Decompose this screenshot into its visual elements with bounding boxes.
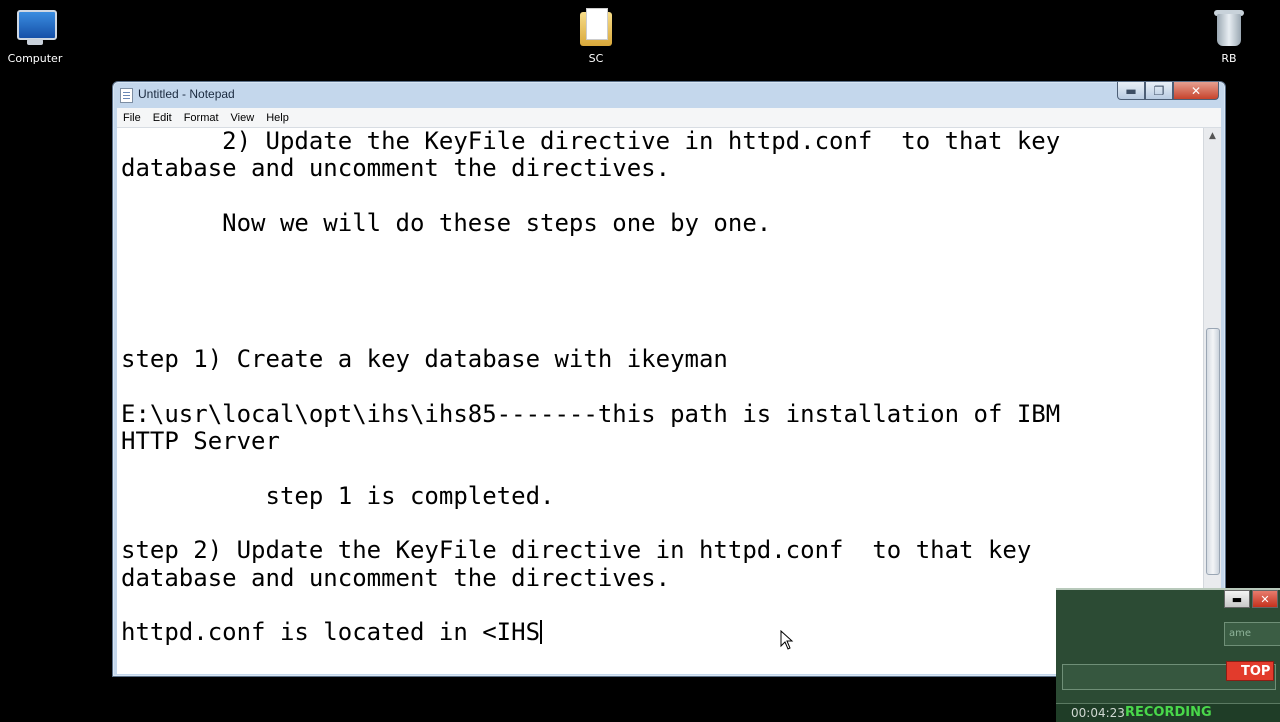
maximize-button[interactable]: ❐: [1145, 82, 1173, 100]
menu-help[interactable]: Help: [260, 112, 295, 124]
desktop-icon-computer[interactable]: Computer: [0, 8, 75, 65]
editor-line: E:\usr\local\opt\ihs\ihs85-------this pa…: [121, 399, 1061, 428]
stop-button[interactable]: TOP: [1226, 661, 1274, 681]
minimize-icon: ▬: [1231, 592, 1243, 606]
scrollbar-thumb[interactable]: [1206, 328, 1220, 575]
close-icon: ✕: [1190, 83, 1202, 98]
computer-icon: [13, 8, 57, 48]
recycle-bin-icon: [1207, 8, 1251, 48]
notepad-icon: [120, 88, 133, 103]
menu-view[interactable]: View: [225, 112, 261, 124]
recorder-close-button[interactable]: ✕: [1252, 590, 1278, 608]
editor-text: 2) Update the KeyFile directive in httpd…: [117, 128, 1203, 647]
close-button[interactable]: ✕: [1173, 82, 1219, 100]
text-caret: [540, 620, 543, 645]
recording-time: 00:04:23: [1071, 706, 1125, 720]
text-editor[interactable]: 2) Update the KeyFile directive in httpd…: [117, 128, 1203, 674]
editor-line: database and uncomment the directives.: [121, 154, 671, 183]
desktop-icon-label: RB: [1221, 52, 1237, 65]
desktop-icon-recycle-bin[interactable]: RB: [1189, 8, 1269, 65]
window-controls: ▬ ❐ ✕: [1117, 82, 1219, 100]
menu-edit[interactable]: Edit: [147, 112, 178, 124]
editor-line: database and uncomment the directives.: [121, 563, 671, 592]
desktop-icon-sc[interactable]: SC: [556, 8, 636, 65]
minimize-button[interactable]: ▬: [1117, 82, 1145, 100]
recorder-controls: ▬ ✕: [1220, 590, 1280, 610]
menu-bar: File Edit Format View Help: [117, 108, 1221, 128]
editor-line: httpd.conf is located in <IHS: [121, 618, 541, 647]
recorder-name-field[interactable]: ame: [1224, 622, 1280, 646]
maximize-icon: ❐: [1153, 83, 1165, 98]
editor-line: step 2) Update the KeyFile directive in …: [121, 536, 1032, 565]
screen-recorder-widget: ▬ ✕ ame TOP 00:04:23 RECORDING: [1056, 588, 1280, 722]
editor-line: 2) Update the KeyFile directive in httpd…: [121, 128, 1061, 155]
menu-format[interactable]: Format: [178, 112, 225, 124]
editor-line: step 1 is completed.: [121, 481, 555, 510]
recorder-status-bar: 00:04:23 RECORDING: [1056, 703, 1280, 722]
editor-line: Now we will do these steps one by one.: [121, 208, 772, 237]
minimize-icon: ▬: [1125, 83, 1137, 98]
scroll-up-arrow-icon[interactable]: ▲: [1204, 128, 1221, 145]
desktop-icon-label: Computer: [7, 52, 63, 65]
editor-line: step 1) Create a key database with ikeym…: [121, 345, 728, 374]
recording-status: RECORDING: [1125, 705, 1212, 720]
close-icon: ✕: [1260, 592, 1270, 606]
title-bar[interactable]: Untitled - Notepad ▬ ❐ ✕: [113, 82, 1225, 108]
menu-file[interactable]: File: [117, 112, 147, 124]
editor-line: HTTP Server: [121, 427, 280, 456]
window-title: Untitled - Notepad: [138, 87, 235, 101]
recorder-minimize-button[interactable]: ▬: [1224, 590, 1250, 608]
folder-icon: [574, 8, 618, 48]
desktop-icon-label: SC: [588, 52, 604, 65]
